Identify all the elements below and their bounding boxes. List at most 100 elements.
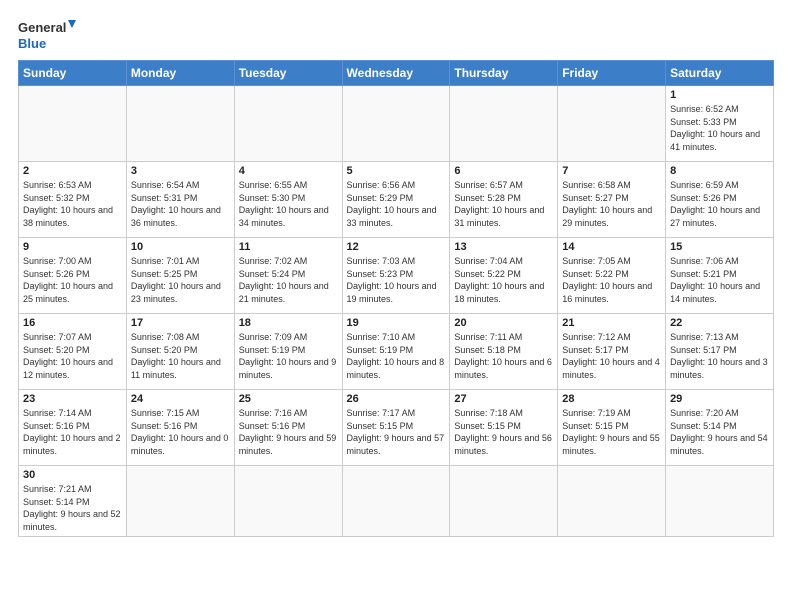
day-number: 16 [23,317,122,329]
day-info: Sunrise: 7:12 AM Sunset: 5:17 PM Dayligh… [562,331,661,381]
day-info: Sunrise: 7:03 AM Sunset: 5:23 PM Dayligh… [347,255,446,305]
calendar-cell [126,466,234,537]
week-row-6: 30Sunrise: 7:21 AM Sunset: 5:14 PM Dayli… [19,466,774,537]
calendar-cell: 30Sunrise: 7:21 AM Sunset: 5:14 PM Dayli… [19,466,127,537]
week-row-4: 16 Sunrise: 7:07 AM Sunset: 5:20 PM Dayli… [19,314,774,390]
day-info: Sunrise: 7:02 AM Sunset: 5:24 PM Dayligh… [239,255,338,305]
calendar-cell [450,86,558,162]
calendar-cell: 24Sunrise: 7:15 AM Sunset: 5:16 PM Dayli… [126,390,234,466]
calendar-cell [558,86,666,162]
calendar-cell: 5 Sunrise: 6:56 AM Sunset: 5:29 PM Daylig… [342,162,450,238]
calendar-cell: 3 Sunrise: 6:54 AM Sunset: 5:31 PM Daylig… [126,162,234,238]
day-info: Sunrise: 7:08 AM Sunset: 5:20 PM Dayligh… [131,331,230,381]
day-number: 30 [23,469,122,481]
calendar-cell [666,466,774,537]
day-number: 22 [670,317,769,329]
day-info: Sunrise: 6:57 AM Sunset: 5:28 PM Dayligh… [454,179,553,229]
calendar-cell [558,466,666,537]
day-info: Sunrise: 7:16 AM Sunset: 5:16 PM Dayligh… [239,407,338,457]
day-info: Sunrise: 7:14 AM Sunset: 5:16 PM Dayligh… [23,407,122,457]
day-number: 6 [454,165,553,177]
logo-svg: GeneralBlue [18,18,78,52]
header: GeneralBlue [18,18,774,52]
day-number: 23 [23,393,122,405]
svg-text:Blue: Blue [18,36,46,51]
calendar-cell: 2 Sunrise: 6:53 AM Sunset: 5:32 PM Daylig… [19,162,127,238]
day-number: 15 [670,241,769,253]
calendar-cell [342,466,450,537]
day-number: 28 [562,393,661,405]
calendar-cell: 6 Sunrise: 6:57 AM Sunset: 5:28 PM Daylig… [450,162,558,238]
day-number: 26 [347,393,446,405]
day-header-sunday: Sunday [19,61,127,86]
week-row-1: 1 Sunrise: 6:52 AM Sunset: 5:33 PM Daylig… [19,86,774,162]
logo: GeneralBlue [18,18,78,52]
day-number: 10 [131,241,230,253]
day-info: Sunrise: 7:20 AM Sunset: 5:14 PM Dayligh… [670,407,769,457]
day-number: 25 [239,393,338,405]
svg-text:General: General [18,20,66,35]
day-info: Sunrise: 7:00 AM Sunset: 5:26 PM Dayligh… [23,255,122,305]
week-row-2: 2 Sunrise: 6:53 AM Sunset: 5:32 PM Daylig… [19,162,774,238]
calendar-cell: 23 Sunrise: 7:14 AM Sunset: 5:16 PM Dayli… [19,390,127,466]
calendar-cell: 9 Sunrise: 7:00 AM Sunset: 5:26 PM Daylig… [19,238,127,314]
calendar-cell: 28 Sunrise: 7:19 AM Sunset: 5:15 PM Dayli… [558,390,666,466]
day-number: 3 [131,165,230,177]
day-info: Sunrise: 7:15 AM Sunset: 5:16 PM Dayligh… [131,407,230,457]
day-info: Sunrise: 6:53 AM Sunset: 5:32 PM Dayligh… [23,179,122,229]
calendar-cell: 7 Sunrise: 6:58 AM Sunset: 5:27 PM Daylig… [558,162,666,238]
calendar-table: SundayMondayTuesdayWednesdayThursdayFrid… [18,60,774,537]
calendar-cell: 12 Sunrise: 7:03 AM Sunset: 5:23 PM Dayli… [342,238,450,314]
day-number: 9 [23,241,122,253]
calendar-cell: 1 Sunrise: 6:52 AM Sunset: 5:33 PM Daylig… [666,86,774,162]
day-info: Sunrise: 7:09 AM Sunset: 5:19 PM Dayligh… [239,331,338,381]
calendar-cell [342,86,450,162]
day-info: Sunrise: 7:10 AM Sunset: 5:19 PM Dayligh… [347,331,446,381]
calendar-cell: 16 Sunrise: 7:07 AM Sunset: 5:20 PM Dayli… [19,314,127,390]
day-info: Sunrise: 7:18 AM Sunset: 5:15 PM Dayligh… [454,407,553,457]
calendar-cell: 8 Sunrise: 6:59 AM Sunset: 5:26 PM Daylig… [666,162,774,238]
day-header-thursday: Thursday [450,61,558,86]
day-number: 1 [670,89,769,101]
day-info: Sunrise: 7:19 AM Sunset: 5:15 PM Dayligh… [562,407,661,457]
day-number: 20 [454,317,553,329]
calendar-cell: 14Sunrise: 7:05 AM Sunset: 5:22 PM Dayli… [558,238,666,314]
day-header-friday: Friday [558,61,666,86]
day-number: 2 [23,165,122,177]
day-number: 7 [562,165,661,177]
calendar-cell: 29Sunrise: 7:20 AM Sunset: 5:14 PM Dayli… [666,390,774,466]
calendar-cell: 15Sunrise: 7:06 AM Sunset: 5:21 PM Dayli… [666,238,774,314]
calendar-cell: 21 Sunrise: 7:12 AM Sunset: 5:17 PM Dayli… [558,314,666,390]
calendar-cell: 17 Sunrise: 7:08 AM Sunset: 5:20 PM Dayli… [126,314,234,390]
day-info: Sunrise: 7:04 AM Sunset: 5:22 PM Dayligh… [454,255,553,305]
day-number: 13 [454,241,553,253]
day-number: 19 [347,317,446,329]
day-info: Sunrise: 7:01 AM Sunset: 5:25 PM Dayligh… [131,255,230,305]
day-number: 27 [454,393,553,405]
day-number: 5 [347,165,446,177]
day-info: Sunrise: 6:56 AM Sunset: 5:29 PM Dayligh… [347,179,446,229]
day-number: 4 [239,165,338,177]
calendar-cell: 22Sunrise: 7:13 AM Sunset: 5:17 PM Dayli… [666,314,774,390]
week-row-3: 9 Sunrise: 7:00 AM Sunset: 5:26 PM Daylig… [19,238,774,314]
calendar-cell: 10 Sunrise: 7:01 AM Sunset: 5:25 PM Dayli… [126,238,234,314]
day-info: Sunrise: 6:58 AM Sunset: 5:27 PM Dayligh… [562,179,661,229]
day-number: 12 [347,241,446,253]
calendar-cell: 19 Sunrise: 7:10 AM Sunset: 5:19 PM Dayli… [342,314,450,390]
day-number: 14 [562,241,661,253]
day-number: 17 [131,317,230,329]
calendar-cell [234,466,342,537]
day-info: Sunrise: 6:55 AM Sunset: 5:30 PM Dayligh… [239,179,338,229]
calendar-cell: 25 Sunrise: 7:16 AM Sunset: 5:16 PM Dayli… [234,390,342,466]
day-info: Sunrise: 6:54 AM Sunset: 5:31 PM Dayligh… [131,179,230,229]
day-info: Sunrise: 6:59 AM Sunset: 5:26 PM Dayligh… [670,179,769,229]
day-number: 21 [562,317,661,329]
calendar-cell: 18 Sunrise: 7:09 AM Sunset: 5:19 PM Dayli… [234,314,342,390]
day-info: Sunrise: 7:07 AM Sunset: 5:20 PM Dayligh… [23,331,122,381]
day-number: 8 [670,165,769,177]
day-number: 18 [239,317,338,329]
day-info: Sunrise: 7:11 AM Sunset: 5:18 PM Dayligh… [454,331,553,381]
day-info: Sunrise: 6:52 AM Sunset: 5:33 PM Dayligh… [670,103,769,153]
calendar-cell [450,466,558,537]
calendar-cell: 27 Sunrise: 7:18 AM Sunset: 5:15 PM Dayli… [450,390,558,466]
